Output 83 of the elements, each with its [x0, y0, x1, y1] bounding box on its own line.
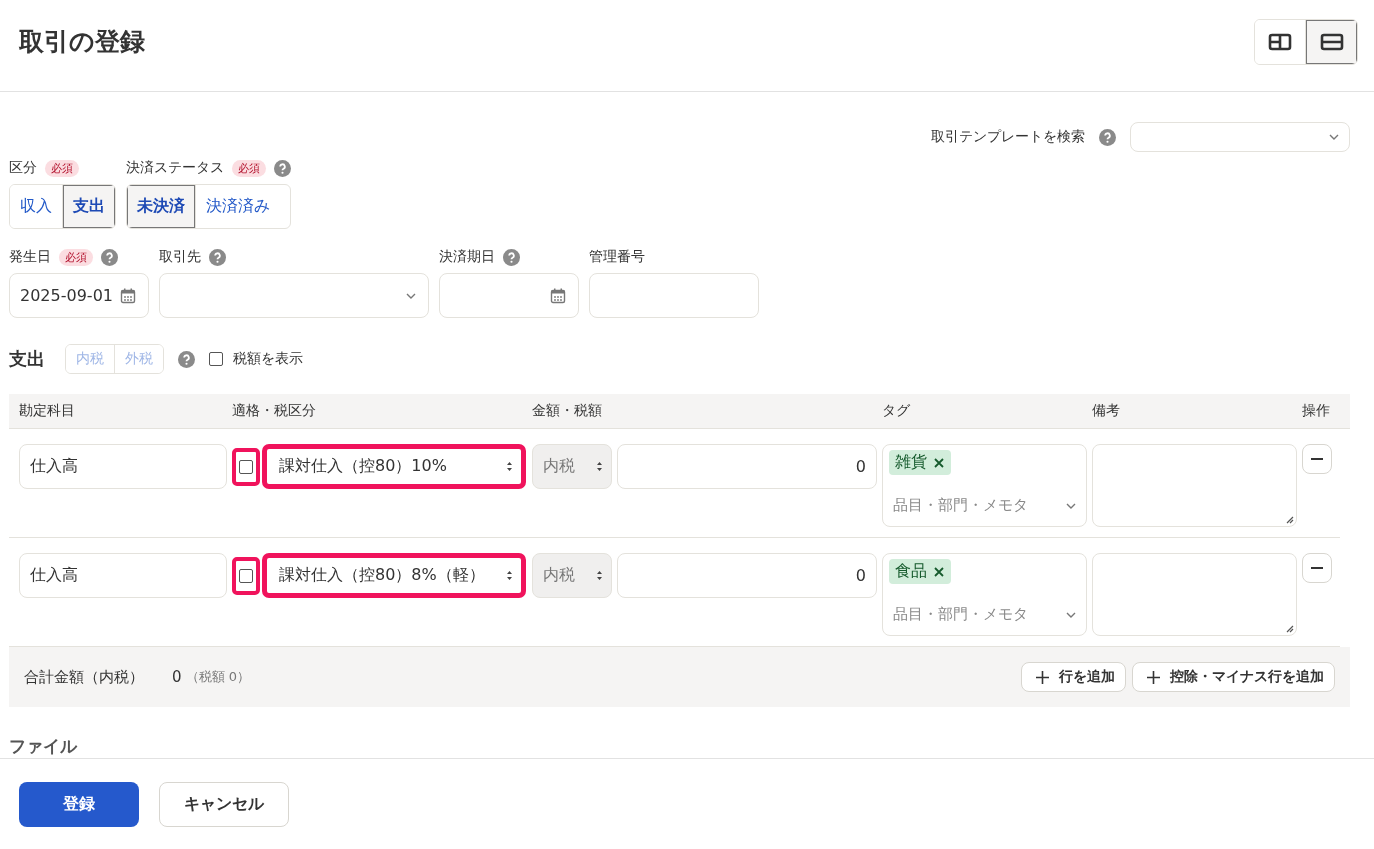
text-field[interactable] — [589, 273, 759, 318]
layout-toggle-button[interactable] — [1306, 19, 1357, 64]
amount-field[interactable]: 0 — [617, 553, 877, 598]
column-header: 操作 — [1302, 402, 1331, 420]
sort-arrows-icon — [506, 461, 513, 472]
page-title: 取引の登録 — [19, 26, 145, 58]
amount-field[interactable]: 0 — [617, 444, 877, 489]
column-header: 備考 — [1092, 402, 1121, 420]
segment-option[interactable]: 未決済 — [127, 185, 196, 228]
date-field[interactable]: 2025-09-01 — [9, 273, 149, 318]
required-badge: 必須 — [45, 159, 79, 177]
remove-row-button[interactable] — [1302, 444, 1332, 474]
field-label: 決済期日 — [439, 248, 495, 266]
calendar-icon — [550, 287, 566, 304]
tax-category-select[interactable]: 課対仕入（控80）10% — [262, 444, 526, 489]
add-row-button[interactable]: 行を追加 — [1021, 662, 1126, 692]
submit-button[interactable]: 登録 — [19, 781, 139, 827]
checkbox[interactable] — [209, 352, 223, 366]
plus-icon — [1147, 670, 1160, 684]
resize-grip-icon — [1286, 516, 1294, 524]
help-icon[interactable] — [101, 248, 118, 266]
column-header: 勘定科目 — [19, 402, 76, 420]
chevron-down-icon — [406, 292, 416, 299]
field-label: 区分 — [9, 159, 37, 177]
stacked-layout-icon — [1319, 32, 1344, 51]
tag-chip: 雑貨 — [889, 450, 951, 475]
memo-field[interactable] — [1092, 444, 1297, 527]
qualified-checkbox[interactable] — [232, 447, 260, 486]
split-layout-icon — [1268, 32, 1292, 51]
tag-placeholder: 品目・部門・メモタ — [893, 605, 1028, 624]
help-icon[interactable] — [209, 248, 226, 266]
field-label: 管理番号 — [589, 248, 645, 266]
chevron-down-icon — [1329, 134, 1339, 140]
field-label: 取引先 — [159, 248, 201, 266]
required-badge: 必須 — [232, 159, 266, 177]
minus-icon — [1311, 567, 1323, 569]
column-header: 適格・税区分 — [232, 402, 317, 420]
tax-category-select[interactable]: 課対仕入（控80）8%（軽） — [262, 553, 526, 598]
segment-option[interactable]: 支出 — [63, 185, 115, 228]
tax-mode-select[interactable]: 内税 — [532, 444, 612, 489]
sort-arrows-icon — [596, 570, 603, 581]
layout-toggle-button[interactable] — [1255, 19, 1306, 64]
tax-mode-select[interactable]: 内税 — [532, 553, 612, 598]
section-title: ファイル — [9, 735, 79, 758]
chevron-down-icon — [1066, 611, 1076, 618]
field-label: 決済ステータス — [126, 159, 224, 177]
cancel-button[interactable]: キャンセル — [159, 781, 289, 827]
minus-icon — [1311, 458, 1323, 460]
checkbox-label: 税額を表示 — [233, 350, 303, 368]
help-icon[interactable] — [503, 248, 520, 266]
tag-placeholder: 品目・部門・メモタ — [893, 496, 1028, 515]
field-label: 発生日 — [9, 248, 51, 266]
column-header: 金額・税額 — [532, 402, 603, 420]
total-label: 合計金額（内税） — [24, 667, 144, 687]
resize-grip-icon — [1286, 625, 1294, 633]
help-icon[interactable] — [178, 350, 195, 368]
help-icon[interactable] — [274, 159, 291, 177]
close-icon[interactable] — [933, 456, 945, 469]
qualified-checkbox[interactable] — [232, 556, 260, 595]
tag-field[interactable]: 食品 品目・部門・メモタ — [882, 553, 1087, 636]
help-icon[interactable] — [1099, 128, 1116, 146]
close-icon[interactable] — [933, 565, 945, 578]
date-field[interactable] — [439, 273, 579, 318]
account-field[interactable]: 仕入高 — [19, 444, 227, 489]
total-tax: （税額 0） — [185, 668, 250, 686]
tag-chip: 食品 — [889, 559, 951, 584]
plus-icon — [1036, 670, 1049, 684]
sort-arrows-icon — [596, 461, 603, 472]
column-header: タグ — [882, 402, 911, 420]
segment-option[interactable]: 収入 — [10, 185, 63, 228]
show-tax-checkbox[interactable]: 税額を表示 — [209, 350, 303, 368]
add-row-button[interactable]: 控除・マイナス行を追加 — [1132, 662, 1335, 692]
total-amount: 0 — [172, 668, 182, 686]
memo-field[interactable] — [1092, 553, 1297, 636]
section-title: 支出 — [9, 347, 45, 371]
tag-field[interactable]: 雑貨 品目・部門・メモタ — [882, 444, 1087, 527]
sort-arrows-icon — [506, 570, 513, 581]
calendar-icon — [120, 287, 136, 304]
chevron-down-icon — [1066, 502, 1076, 509]
required-badge: 必須 — [59, 248, 93, 266]
account-field[interactable]: 仕入高 — [19, 553, 227, 598]
template-search-label: 取引テンプレートを検索 — [931, 128, 1085, 146]
remove-row-button[interactable] — [1302, 553, 1332, 583]
